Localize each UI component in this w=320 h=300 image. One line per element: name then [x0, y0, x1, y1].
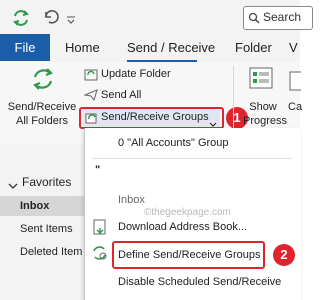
menu-item-inbox[interactable]: Inbox: [118, 194, 145, 206]
tab-folder[interactable]: Folder: [235, 40, 272, 55]
menu-item-define-send-receive-groups[interactable]: Define Send/Receive Groups: [118, 249, 260, 261]
menu-item-all-accounts-group[interactable]: 0 "All Accounts" Group: [118, 137, 229, 149]
show-progress-button[interactable]: Show Progress: [243, 100, 288, 128]
show-progress-line1: Show: [249, 101, 277, 113]
callout-badge-2: 2: [273, 244, 295, 266]
show-progress-icon[interactable]: [249, 66, 275, 92]
update-folder-button[interactable]: Update Folder: [101, 68, 171, 80]
send-receive-groups-label: Send/Receive Groups: [101, 111, 209, 123]
chevron-icon[interactable]: [8, 177, 18, 189]
send-all-button[interactable]: Send All: [101, 89, 141, 101]
address-book-icon: [92, 219, 108, 235]
send-receive-all-button[interactable]: Send/Receive All Folders: [2, 100, 82, 128]
qat-dropdown-icon[interactable]: [66, 12, 76, 24]
sync-icon[interactable]: [11, 8, 31, 28]
search-icon: [248, 11, 260, 24]
update-folder-icon: [84, 67, 98, 81]
tab-send-receive[interactable]: Send / Receive: [127, 40, 215, 55]
cancel-all-icon[interactable]: [289, 70, 305, 92]
favorites-header[interactable]: Favorites: [22, 175, 71, 189]
tab-home[interactable]: Home: [65, 40, 100, 55]
menu-account-marker: ": [95, 164, 101, 176]
send-all-icon: [83, 88, 98, 102]
tab-view[interactable]: V: [289, 40, 298, 55]
nav-item-inbox[interactable]: Inbox: [20, 200, 49, 212]
nav-item-sent-items[interactable]: Sent Items: [20, 223, 73, 235]
menu-item-disable-scheduled[interactable]: Disable Scheduled Send/Receive: [118, 276, 281, 288]
send-receive-all-line1: Send/Receive: [7, 101, 77, 113]
menu-divider: [92, 158, 292, 159]
define-groups-icon: [91, 244, 109, 262]
chevron-down-icon: [209, 115, 217, 127]
send-receive-groups-icon: [85, 111, 99, 125]
tab-file[interactable]: File: [0, 34, 50, 61]
show-progress-line2: Progress: [243, 115, 288, 127]
send-receive-all-icon[interactable]: [30, 66, 56, 92]
ribbon-separator: [233, 66, 234, 136]
folder-pane: [0, 144, 84, 300]
search-label: Search: [263, 10, 302, 24]
cancel-all-button[interactable]: Ca: [288, 100, 302, 114]
watermark-text: ©thegeekpage.com: [144, 207, 231, 218]
send-receive-all-line2: All Folders: [16, 115, 68, 127]
nav-item-deleted-items[interactable]: Deleted Item: [20, 246, 82, 258]
menu-item-download-address-book[interactable]: Download Address Book...: [118, 221, 247, 233]
undo-icon[interactable]: [42, 8, 60, 26]
